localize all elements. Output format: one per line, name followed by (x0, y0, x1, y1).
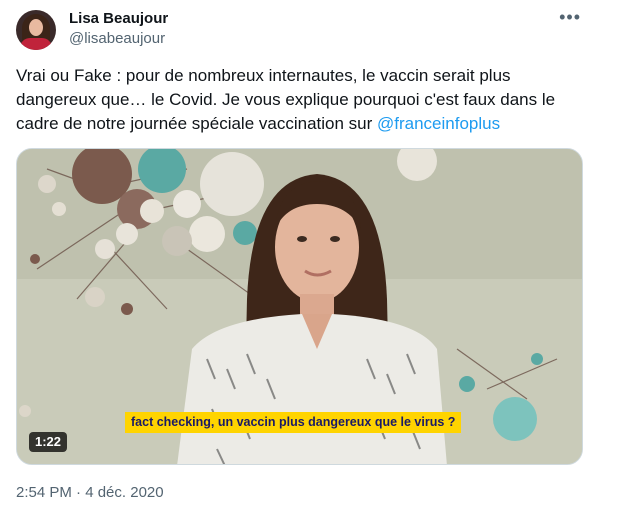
tweet-text: Vrai ou Fake : pour de nombreux internau… (16, 64, 586, 136)
author-display-name[interactable]: Lisa Beaujour (69, 10, 168, 28)
mention-link[interactable]: @franceinfoplus (377, 114, 500, 133)
avatar[interactable] (16, 10, 56, 50)
video-duration: 1:22 (29, 432, 68, 452)
author-handle[interactable]: @lisabeaujour (69, 30, 165, 48)
tweet-timestamp[interactable]: 2:54 PM · 4 déc. 2020 (16, 484, 164, 502)
video-player[interactable]: fact checking, un vaccin plus dangereux … (16, 148, 583, 465)
more-options-icon[interactable]: ••• (559, 8, 581, 26)
video-caption: fact checking, un vaccin plus dangereux … (125, 412, 462, 433)
avatar-face (29, 19, 43, 36)
avatar-shirt (20, 38, 52, 50)
